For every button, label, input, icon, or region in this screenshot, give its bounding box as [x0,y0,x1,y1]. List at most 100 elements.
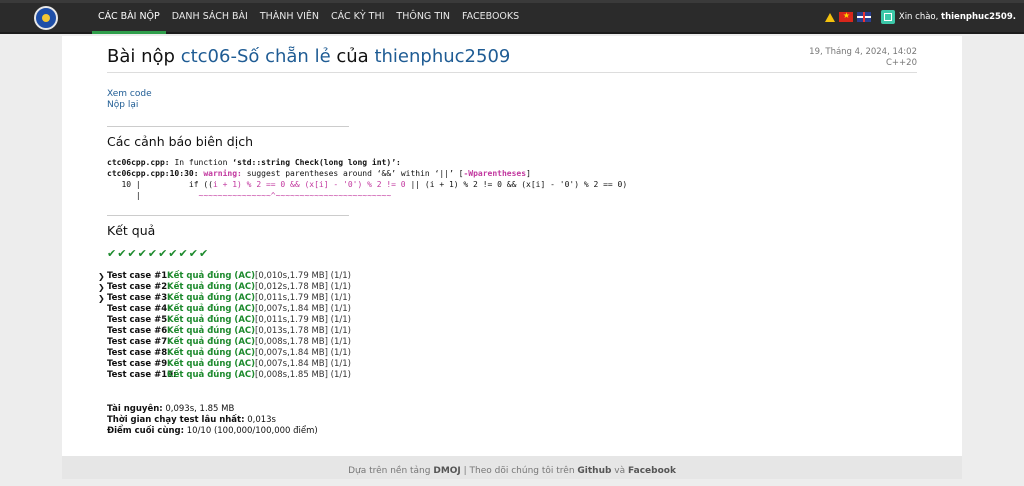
test-case-result: Kết quả đúng (AC) [167,370,256,380]
main-nav: CÁC BÀI NỘP DANH SÁCH BÀI THÀNH VIÊN CÁC… [92,0,525,34]
vietnam-flag-icon[interactable] [838,11,853,22]
nav-item-submissions[interactable]: CÁC BÀI NỘP [92,0,166,34]
test-case-row: Test case #9: Kết quả đúng (AC) [0,007s,1… [98,359,351,370]
expand-chevron-icon[interactable]: ❯ [98,282,107,293]
title-prefix: Bài nộp [107,46,175,67]
warn-code-highlight: i + 1) % 2 == 0 && (x[i] - '0') % 2 != 0 [212,180,406,189]
warn-text: In function [169,158,233,167]
test-case-row: Test case #10: Kết quả đúng (AC) [0,008s,… [98,370,351,381]
test-case-stats: [0,010s,1.79 MB] (1/1) [255,271,351,281]
warn-message: suggest parentheses around ‘&&’ within ‘… [241,169,464,178]
test-case-result: Kết quả đúng (AC) [167,315,256,325]
resources-value: 0,093s, 1.85 MB [162,404,235,414]
results-heading: Kết quả [107,223,156,238]
site-logo-icon[interactable] [34,6,58,30]
test-case-stats: [0,007s,1.84 MB] (1/1) [255,304,351,314]
test-case-label: Test case #2: [107,282,171,292]
max-time-label: Thời gian chạy test lâu nhất: [107,415,245,425]
test-case-label: Test case #6: [107,326,171,336]
uk-flag-icon[interactable] [856,12,871,22]
footer-text-c: và [611,466,628,476]
warn-signature: ‘std::string Check(long long int)’: [232,158,401,167]
view-code-link[interactable]: Xem code [107,89,152,100]
test-case-stats: [0,007s,1.84 MB] (1/1) [255,348,351,358]
submission-date: 19, Tháng 4, 2024, 14:02 [809,47,917,57]
greeting-text: Xin chào, [898,12,939,22]
nav-item-users[interactable]: THÀNH VIÊN [254,0,325,34]
warn-flag: -Wparentheses [463,169,527,178]
main-content: Bài nộp ctc06-Số chẵn lẻ của thienphuc25… [62,36,962,456]
test-case-row: Test case #6: Kết quả đúng (AC) [0,013s,1… [98,326,351,337]
test-case-row: Test case #8: Kết quả đúng (AC) [0,007s,1… [98,348,351,359]
warn-label: warning: [203,169,242,178]
test-case-label: Test case #7: [107,337,171,347]
score-value: 10/10 (100,000/100,000 điểm) [184,426,318,436]
warn-line-number: 10 | [107,180,141,189]
title-divider [107,72,917,73]
facebook-link[interactable]: Facebook [628,466,676,476]
test-case-stats: [0,011s,1.79 MB] (1/1) [255,293,351,303]
compiler-warnings-block: ctc06cpp.cpp: In function ‘std::string C… [107,157,627,201]
test-case-label: Test case #9: [107,359,171,369]
expand-chevron-icon[interactable]: ❯ [98,293,107,304]
result-summary: Tài nguyên: 0,093s, 1.85 MB Thời gian ch… [107,404,318,437]
warn-code-b: || (i + 1) % 2 != 0 && (x[i] - '0') % 2 … [405,180,628,189]
warning-icon[interactable] [824,12,835,22]
problem-link[interactable]: ctc06-Số chẵn lẻ [181,46,331,67]
test-case-result: Kết quả đúng (AC) [167,282,256,292]
warn-file: ctc06cpp.cpp: [107,158,170,167]
score-label: Điểm cuối cùng: [107,426,185,436]
test-case-result: Kết quả đúng (AC) [167,337,256,347]
test-case-result: Kết quả đúng (AC) [167,348,256,358]
test-case-row[interactable]: ❯ Test case #3: Kết quả đúng (AC) [0,011s,… [98,293,351,304]
test-case-list: ❯ Test case #1: Kết quả đúng (AC) [0,010s,… [98,271,351,381]
warnings-heading: Các cảnh báo biên dịch [107,134,253,149]
test-case-result: Kết quả đúng (AC) [167,326,256,336]
page-title: Bài nộp ctc06-Số chẵn lẻ của thienphuc25… [107,46,510,67]
footer-text-a: Dựa trên nền tảng [348,466,434,476]
nav-item-problems[interactable]: DANH SÁCH BÀI [166,0,254,34]
action-links: Xem code Nộp lại [107,89,152,111]
resources-label: Tài nguyên: [107,404,163,414]
test-case-result: Kết quả đúng (AC) [167,304,256,314]
warn-location: ctc06cpp.cpp:10:30: [107,169,199,178]
dmoj-link[interactable]: DMOJ [433,466,460,476]
test-case-row[interactable]: ❯ Test case #2: Kết quả đúng (AC) [0,012s,… [98,282,351,293]
resubmit-link[interactable]: Nộp lại [107,100,152,111]
user-avatar-icon[interactable] [880,10,895,24]
page-footer: Dựa trên nền tảng DMOJ | Theo dõi chúng … [62,456,962,479]
warn-code-a: if (( [140,180,213,189]
user-greeting[interactable]: Xin chào, thienphuc2509. [899,12,1016,22]
test-case-label: Test case #3: [107,293,171,303]
test-case-result: Kết quả đúng (AC) [167,293,256,303]
test-case-result: Kết quả đúng (AC) [167,271,256,281]
warn-flag-end: ] [526,169,531,178]
nav-item-about[interactable]: THÔNG TIN [390,0,456,34]
result-check-icons: ✔✔✔✔✔✔✔✔✔✔ [107,247,210,260]
test-case-result: Kết quả đúng (AC) [167,359,256,369]
github-link[interactable]: Github [577,466,611,476]
test-case-stats: [0,008s,1.78 MB] (1/1) [255,337,351,347]
test-case-row: Test case #7: Kết quả đúng (AC) [0,008s,1… [98,337,351,348]
test-case-row[interactable]: ❯ Test case #1: Kết quả đúng (AC) [0,010s,… [98,271,351,282]
user-link[interactable]: thienphuc2509 [374,46,510,67]
footer-text-b: | Theo dõi chúng tôi trên [460,466,578,476]
test-case-stats: [0,012s,1.78 MB] (1/1) [255,282,351,292]
greeting-username: thienphuc2509. [941,12,1016,22]
test-case-label: Test case #4: [107,304,171,314]
test-case-stats: [0,008s,1.85 MB] (1/1) [255,370,351,380]
warn-squiggle: ~~~~~~~~~~~~~~~^~~~~~~~~~~~~~~~~~~~~~~~~ [140,191,392,200]
test-case-label: Test case #8: [107,348,171,358]
submission-meta: 19, Tháng 4, 2024, 14:02 C++20 [809,47,917,69]
title-mid: của [336,46,369,67]
nav-item-facebooks[interactable]: FACEBOOKS [456,0,525,34]
nav-item-contests[interactable]: CÁC KỲ THI [325,0,390,34]
test-case-stats: [0,013s,1.78 MB] (1/1) [255,326,351,336]
expand-chevron-icon[interactable]: ❯ [98,271,107,282]
